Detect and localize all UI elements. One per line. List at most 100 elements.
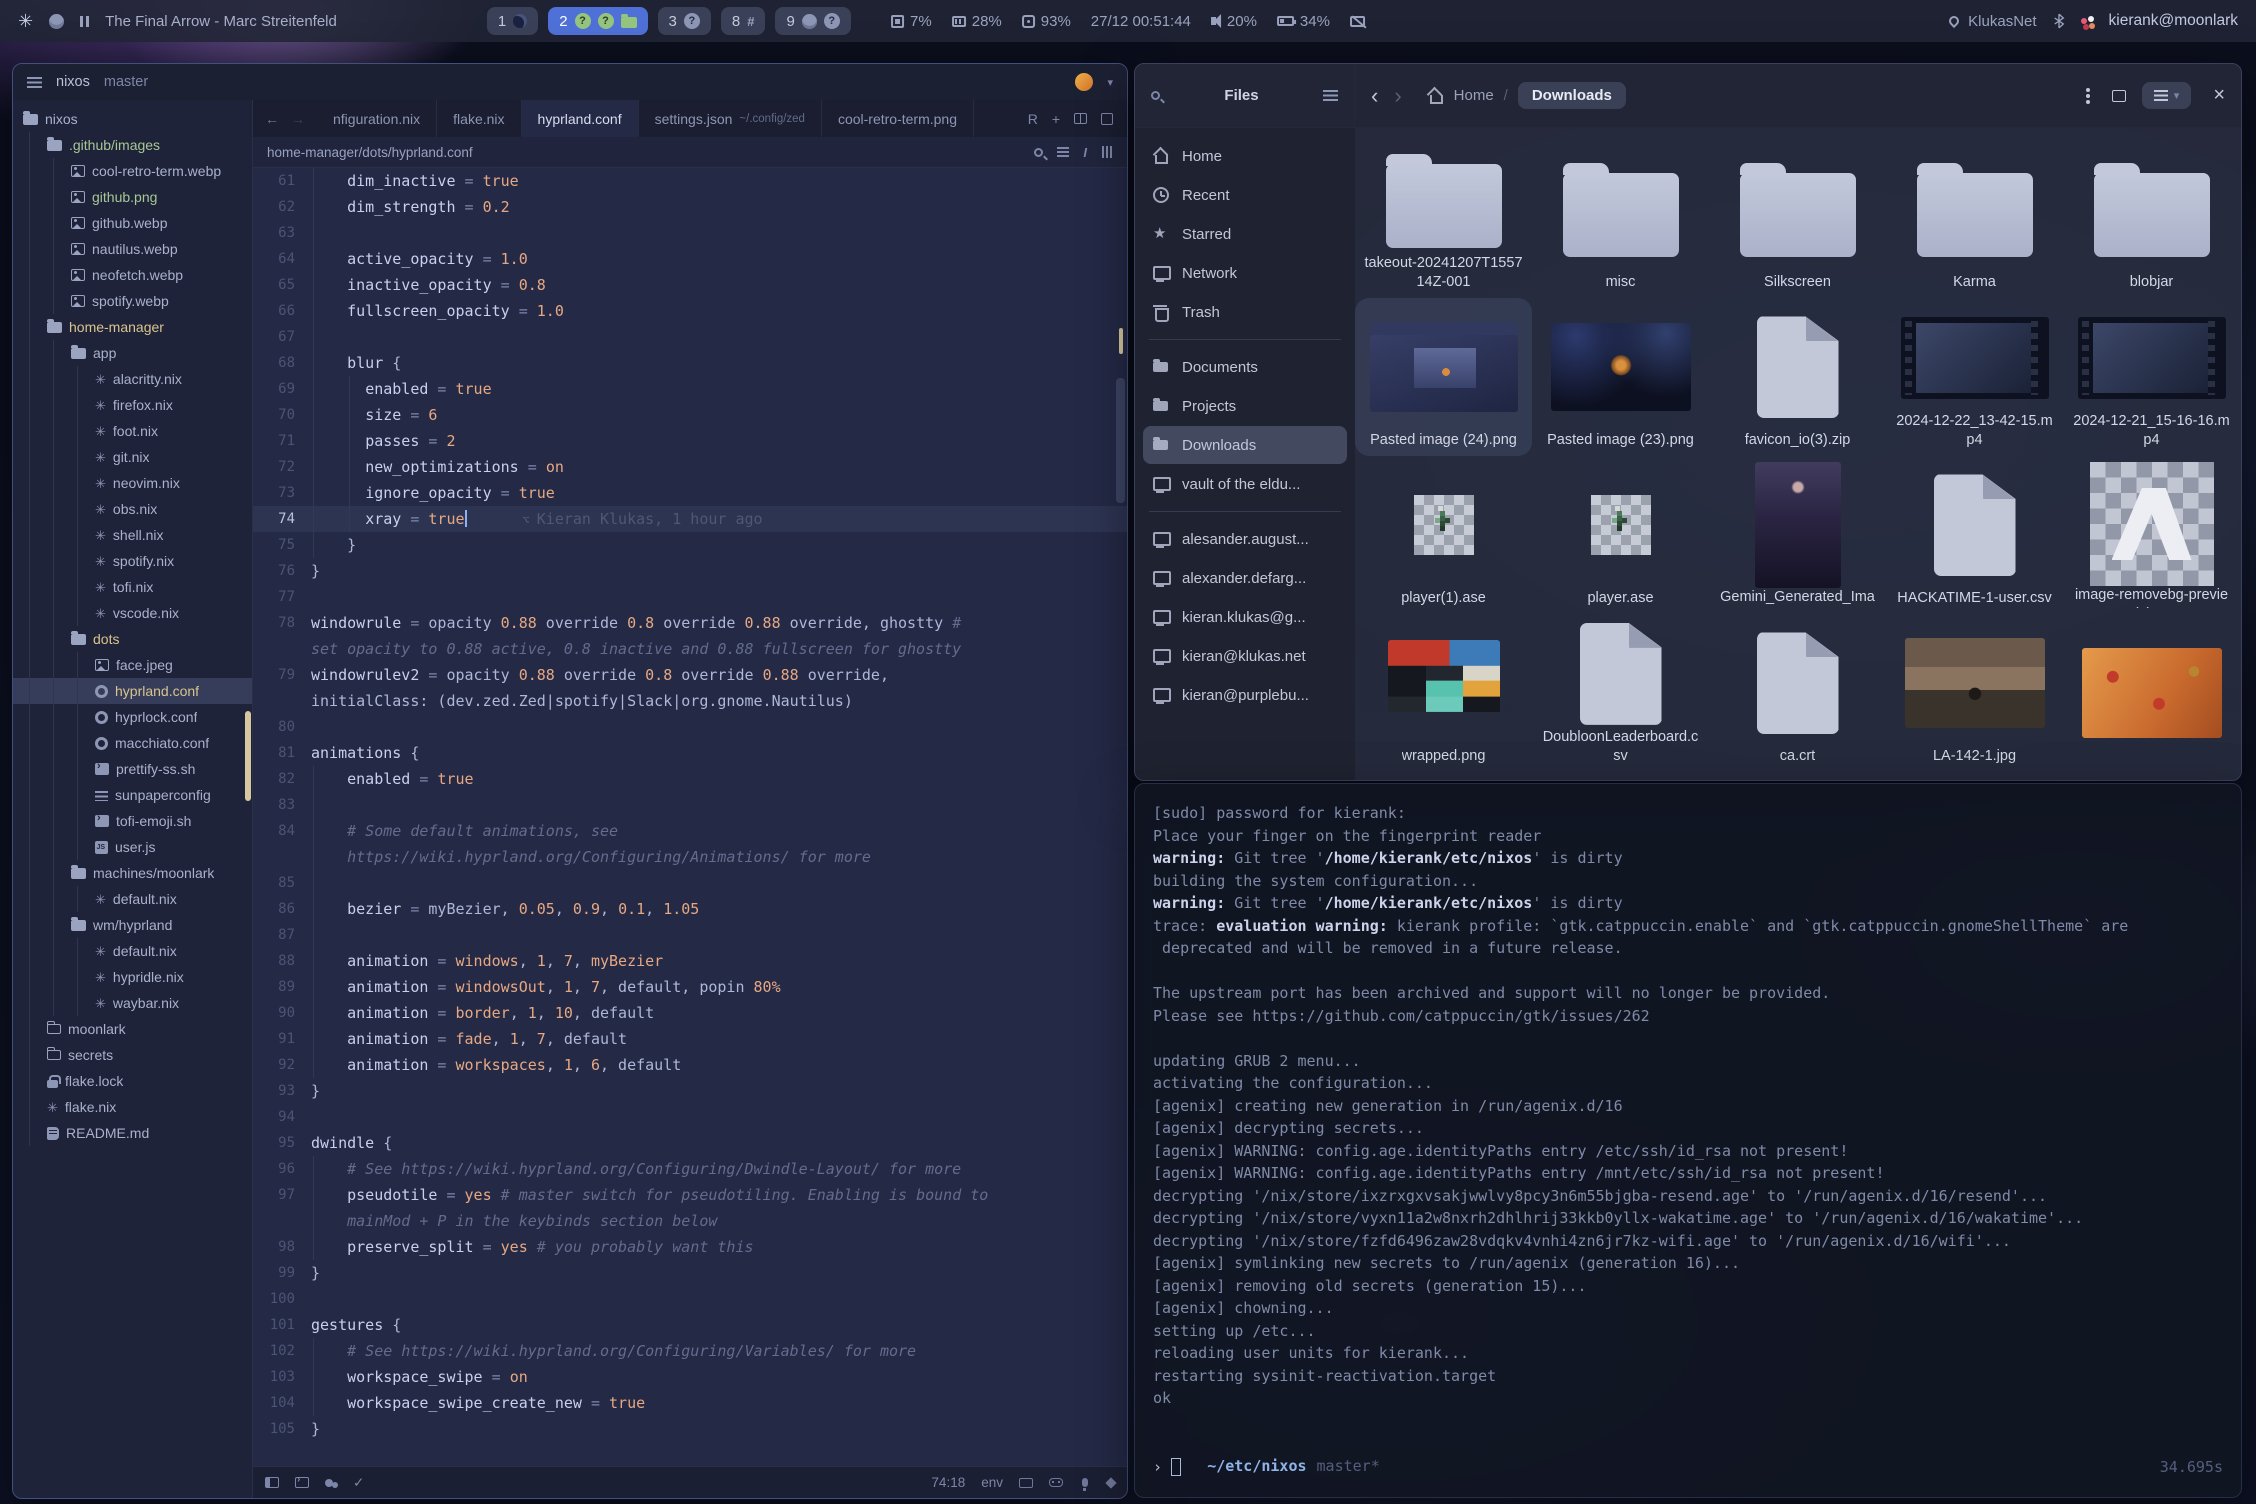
project-name[interactable]: nixos bbox=[56, 74, 90, 90]
tree-item-face.jpeg[interactable]: face.jpeg bbox=[13, 652, 252, 678]
sidebar-item-starred[interactable]: Starred bbox=[1143, 215, 1347, 253]
screen-share-icon[interactable] bbox=[1019, 1478, 1033, 1488]
tree-item-tofi.nix[interactable]: tofi.nix bbox=[13, 574, 252, 600]
tab-cool-retro-term.png[interactable]: cool-retro-term.png bbox=[822, 100, 974, 137]
tree-item-default.nix[interactable]: default.nix bbox=[13, 938, 252, 964]
sidebar-item-documents[interactable]: Documents bbox=[1143, 348, 1347, 386]
tree-item-nautilus.webp[interactable]: nautilus.webp bbox=[13, 236, 252, 262]
files-back-button[interactable]: ‹ bbox=[1371, 86, 1378, 106]
terminal-panel-icon[interactable] bbox=[295, 1477, 309, 1488]
files-forward-button[interactable]: › bbox=[1394, 86, 1401, 106]
tree-item-shell.nix[interactable]: shell.nix bbox=[13, 522, 252, 548]
workspace-1[interactable]: 1 bbox=[487, 7, 538, 35]
sidebar-item-downloads[interactable]: Downloads bbox=[1143, 426, 1347, 464]
terminal-window[interactable]: [sudo] password for kierank:Place your f… bbox=[1134, 783, 2242, 1498]
cursor-position[interactable]: 74:18 bbox=[931, 1475, 965, 1490]
tree-item-user.js[interactable]: user.js bbox=[13, 834, 252, 860]
code-actions-icon[interactable] bbox=[1102, 146, 1112, 158]
search-icon[interactable] bbox=[1034, 148, 1043, 157]
tree-item-.github/images[interactable]: .github/images bbox=[13, 132, 252, 158]
tab-settings.json[interactable]: settings.json~/.config/zed bbox=[639, 100, 822, 137]
file-item-2024-12-22_13-42-15.mp4[interactable]: 2024-12-22_13-42-15.mp4 bbox=[1886, 298, 2063, 456]
chevron-down-icon[interactable]: ▾ bbox=[1107, 76, 1113, 89]
tree-item-vscode.nix[interactable]: vscode.nix bbox=[13, 600, 252, 626]
file-item-DoubloonLeaderboard.csv[interactable]: DoubloonLeaderboard.csv bbox=[1532, 614, 1709, 772]
tree-item-neovim.nix[interactable]: neovim.nix bbox=[13, 470, 252, 496]
tree-item-macchiato.conf[interactable]: macchiato.conf bbox=[13, 730, 252, 756]
tree-item-obs.nix[interactable]: obs.nix bbox=[13, 496, 252, 522]
editor-scrollbar[interactable] bbox=[1116, 378, 1125, 503]
tree-item-wm/hyprland[interactable]: wm/hyprland bbox=[13, 912, 252, 938]
tree-item-neofetch.webp[interactable]: neofetch.webp bbox=[13, 262, 252, 288]
file-item-takeout-20241207T155714Z-001[interactable]: takeout-20241207T155714Z-001 bbox=[1355, 140, 1532, 298]
breadcrumb[interactable]: home-manager/dots/hyprland.conf bbox=[267, 145, 473, 160]
tree-item-spotify.webp[interactable]: spotify.webp bbox=[13, 288, 252, 314]
breadcrumb-current[interactable]: Downloads bbox=[1518, 82, 1626, 109]
tree-item-github.png[interactable]: github.png bbox=[13, 184, 252, 210]
file-item-player(1).ase[interactable]: player(1).ase bbox=[1355, 456, 1532, 614]
tree-item-default.nix[interactable]: default.nix bbox=[13, 886, 252, 912]
spotify-player-icon[interactable] bbox=[49, 14, 64, 29]
tree-item-flake.nix[interactable]: flake.nix bbox=[13, 1094, 252, 1120]
file-item-Silkscreen[interactable]: Silkscreen bbox=[1709, 140, 1886, 298]
sidebar-item-alexander-defarg-[interactable]: alexander.defarg... bbox=[1143, 559, 1347, 597]
nixos-logo-icon[interactable]: ✳ bbox=[18, 12, 33, 30]
avatar[interactable] bbox=[1075, 73, 1093, 91]
file-item-HACKATIME-1-user.csv[interactable]: HACKATIME-1-user.csv bbox=[1886, 456, 2063, 614]
tab-hyprland.conf[interactable]: hyprland.conf bbox=[522, 100, 639, 137]
view-toggle-button[interactable]: ▾ bbox=[2142, 82, 2192, 109]
nav-forward-icon[interactable]: → bbox=[291, 111, 305, 127]
file-item-favicon_io(3).zip[interactable]: favicon_io(3).zip bbox=[1709, 298, 1886, 456]
workspace-3[interactable]: 3? bbox=[658, 7, 711, 35]
tree-item-dots[interactable]: dots bbox=[13, 626, 252, 652]
tree-item-hypridle.nix[interactable]: hypridle.nix bbox=[13, 964, 252, 990]
sidebar-item-kieran-klukas-g-[interactable]: kieran.klukas@g... bbox=[1143, 598, 1347, 636]
tree-scrollbar[interactable] bbox=[245, 711, 251, 801]
assistant-sparkle-icon[interactable] bbox=[1105, 1477, 1116, 1488]
nav-back-icon[interactable]: ← bbox=[265, 111, 279, 127]
tree-item-firefox.nix[interactable]: firefox.nix bbox=[13, 392, 252, 418]
git-branch-label[interactable]: master bbox=[104, 74, 148, 90]
sidebar-item-trash[interactable]: Trash bbox=[1143, 293, 1347, 331]
tray-app-icon[interactable] bbox=[2081, 18, 2087, 24]
menu-icon[interactable] bbox=[27, 77, 42, 88]
new-tab-button[interactable]: + bbox=[1052, 111, 1060, 127]
tree-item-foot.nix[interactable]: foot.nix bbox=[13, 418, 252, 444]
tree-item-sunpaperconfig[interactable]: sunpaperconfig bbox=[13, 782, 252, 808]
file-item-blobjar[interactable]: blobjar bbox=[2063, 140, 2240, 298]
wifi-network[interactable]: KlukasNet bbox=[1949, 13, 2036, 30]
tree-item-README.md[interactable]: README.md bbox=[13, 1120, 252, 1146]
workspace-9[interactable]: 9? bbox=[775, 7, 850, 35]
controller-icon[interactable] bbox=[1049, 1478, 1063, 1487]
bluetooth-icon[interactable] bbox=[2053, 13, 2065, 29]
tree-item-home-manager[interactable]: home-manager bbox=[13, 314, 252, 340]
filter-icon[interactable] bbox=[1057, 147, 1069, 157]
file-item-Karma[interactable]: Karma bbox=[1886, 140, 2063, 298]
file-item-wrapped.png[interactable]: wrapped.png bbox=[1355, 614, 1532, 772]
tree-item-cool-retro-term.webp[interactable]: cool-retro-term.webp bbox=[13, 158, 252, 184]
sidebar-item-projects[interactable]: Projects bbox=[1143, 387, 1347, 425]
file-item-Pasted image (24).png[interactable]: Pasted image (24).png bbox=[1355, 298, 1532, 456]
language-mode[interactable]: env bbox=[981, 1475, 1003, 1490]
tree-item-app[interactable]: app bbox=[13, 340, 252, 366]
tree-item-hyprland.conf[interactable]: hyprland.conf bbox=[13, 678, 252, 704]
mic-icon[interactable] bbox=[1082, 1478, 1088, 1487]
breadcrumb-home[interactable]: Home bbox=[1454, 87, 1494, 104]
files-kebab-menu-icon[interactable] bbox=[2086, 94, 2090, 98]
volume-stat[interactable]: 20% bbox=[1211, 13, 1257, 30]
tree-item-secrets[interactable]: secrets bbox=[13, 1042, 252, 1068]
sidebar-item-network[interactable]: Network bbox=[1143, 254, 1347, 292]
sidebar-item-kieran-klukas-net[interactable]: kieran@klukas.net bbox=[1143, 637, 1347, 675]
file-item-ca.crt[interactable]: ca.crt bbox=[1709, 614, 1886, 772]
sidebar-item-kieran-purplebu-[interactable]: kieran@purplebu... bbox=[1143, 676, 1347, 714]
file-item-unnamed[interactable] bbox=[2063, 614, 2240, 772]
tree-item-waybar.nix[interactable]: waybar.nix bbox=[13, 990, 252, 1016]
workspace-8[interactable]: 8# bbox=[721, 7, 766, 35]
tree-item-git.nix[interactable]: git.nix bbox=[13, 444, 252, 470]
file-item-player.ase[interactable]: player.ase bbox=[1532, 456, 1709, 614]
tree-item-github.webp[interactable]: github.webp bbox=[13, 210, 252, 236]
file-item-misc[interactable]: misc bbox=[1532, 140, 1709, 298]
tree-item-flake.lock[interactable]: flake.lock bbox=[13, 1068, 252, 1094]
sidebar-item-vault-of-the-eldu-[interactable]: vault of the eldu... bbox=[1143, 465, 1347, 503]
file-item-Gemini_Generated_Image_4rqv8k4rqv8k4rqv.jpg[interactable]: Gemini_Generated_Image_4rqv8k4rqv8k4rqv.… bbox=[1709, 456, 1886, 614]
